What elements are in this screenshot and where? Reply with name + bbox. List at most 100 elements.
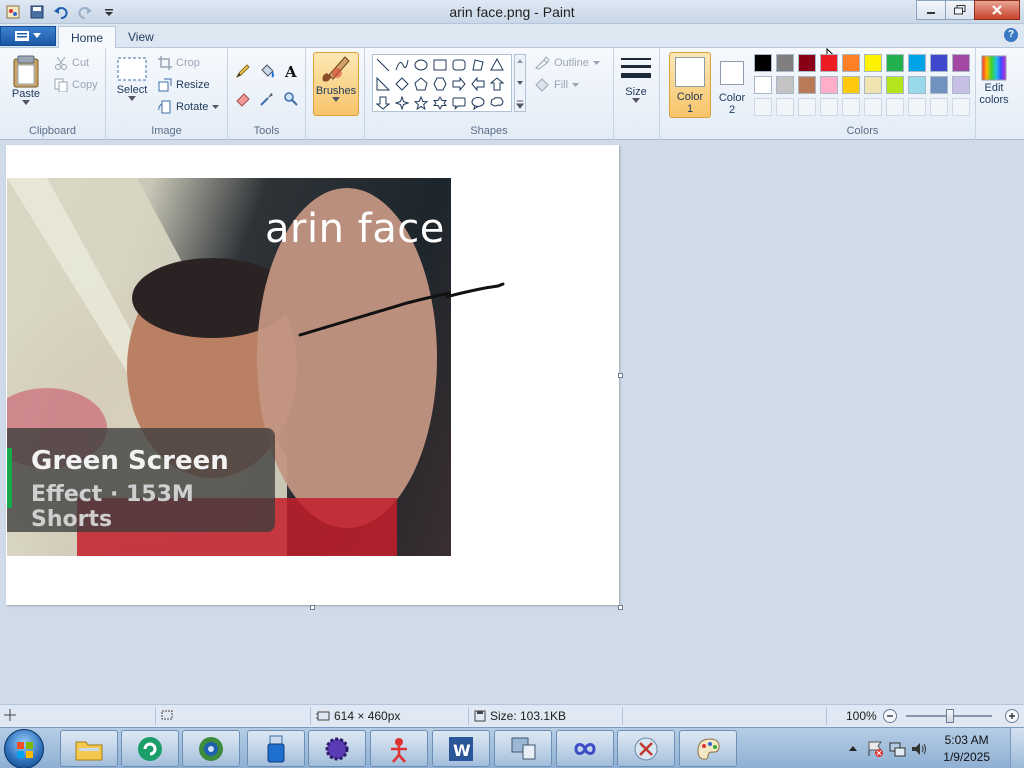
start-button[interactable] [4,729,44,768]
color2-button[interactable]: Color 2 [712,52,752,116]
resize-handle-bottom[interactable] [310,605,315,610]
taskbar-app-green[interactable] [121,730,179,767]
color-swatch[interactable] [820,76,838,94]
triangle-shape-icon[interactable] [488,56,506,74]
four-point-star-shape-icon[interactable] [393,94,411,112]
text-tool-icon[interactable]: A [280,60,302,82]
pencil-icon[interactable] [232,60,254,82]
custom-color-slot[interactable] [798,98,816,116]
color-swatch[interactable] [776,76,794,94]
color-swatch[interactable] [820,54,838,72]
cloud-callout-shape-icon[interactable] [488,94,506,112]
color-swatch[interactable] [886,54,904,72]
color-swatch[interactable] [952,54,970,72]
taskbar-app-computer[interactable] [494,730,552,767]
zoom-slider-thumb[interactable] [946,709,954,723]
rounded-callout-shape-icon[interactable] [450,94,468,112]
minimize-button[interactable] [916,0,946,20]
taskbar-app-purple[interactable] [308,730,366,767]
show-desktop-button[interactable] [1010,728,1024,768]
taskbar-snipping-tool[interactable] [617,730,675,767]
color-picker-icon[interactable] [256,88,278,110]
custom-color-slot[interactable] [776,98,794,116]
magnifier-icon[interactable] [280,88,302,110]
color-swatch[interactable] [930,76,948,94]
tab-home[interactable]: Home [58,26,117,48]
color-swatch[interactable] [952,76,970,94]
oval-callout-shape-icon[interactable] [469,94,487,112]
outline-button[interactable]: Outline [534,54,600,72]
taskbar-word[interactable]: W [432,730,490,767]
pentagon-shape-icon[interactable] [412,75,430,93]
rotate-button[interactable]: Rotate [158,98,220,116]
color-swatch[interactable] [908,76,926,94]
resize-button[interactable]: Resize [158,76,210,94]
resize-handle-corner[interactable] [618,605,623,610]
curve-shape-icon[interactable] [393,56,411,74]
right-triangle-shape-icon[interactable] [374,75,392,93]
color-swatch[interactable] [798,76,816,94]
down-arrow-shape-icon[interactable] [374,94,392,112]
taskbar-paint[interactable] [679,730,737,767]
drawing-canvas[interactable]: arin face Green Screen Effect · 153M Sho… [6,145,619,605]
zoom-out-button[interactable] [882,708,898,724]
color-swatch[interactable] [776,54,794,72]
five-point-star-shape-icon[interactable] [412,94,430,112]
oval-shape-icon[interactable] [412,56,430,74]
fill-button[interactable]: Fill [534,76,580,94]
six-point-star-shape-icon[interactable] [431,94,449,112]
color-swatch[interactable] [842,76,860,94]
volume-icon[interactable] [910,740,928,758]
polygon-shape-icon[interactable] [469,56,487,74]
taskbar-explorer[interactable] [60,730,118,767]
taskbar-app-figure[interactable] [370,730,428,767]
eraser-icon[interactable] [232,88,254,110]
paint-menu-button[interactable] [0,26,56,46]
color-swatch[interactable] [754,76,772,94]
fill-bucket-icon[interactable] [256,60,278,82]
action-center-flag-icon[interactable] [866,740,884,758]
size-button[interactable]: Size [616,56,656,103]
custom-color-slot[interactable] [908,98,926,116]
color-swatch[interactable] [754,54,772,72]
custom-color-slot[interactable] [930,98,948,116]
color-swatch[interactable] [798,54,816,72]
taskbar-app-usb[interactable] [247,730,305,767]
tab-view[interactable]: View [116,26,166,48]
close-button[interactable] [974,0,1020,20]
help-icon[interactable]: ? [1004,28,1018,42]
color-swatch[interactable] [886,76,904,94]
color-swatch[interactable] [842,54,860,72]
diamond-shape-icon[interactable] [393,75,411,93]
select-button[interactable]: Select [112,56,152,101]
cut-button[interactable]: Cut [54,54,89,72]
custom-color-slot[interactable] [754,98,772,116]
maximize-button[interactable] [945,0,975,20]
up-arrow-shape-icon[interactable] [488,75,506,93]
custom-color-slot[interactable] [820,98,838,116]
left-arrow-shape-icon[interactable] [469,75,487,93]
edit-colors-button[interactable]: Edit colors [976,54,1012,106]
right-arrow-shape-icon[interactable] [450,75,468,93]
resize-handle-right[interactable] [618,373,623,378]
shapes-scroll[interactable] [514,54,526,112]
zoom-in-button[interactable] [1004,708,1020,724]
crop-button[interactable]: Crop [158,54,200,72]
brushes-button[interactable]: Brushes [313,52,359,116]
color-swatch[interactable] [864,76,882,94]
custom-color-slot[interactable] [952,98,970,116]
pasted-photo[interactable]: arin face Green Screen Effect · 153M Sho… [7,178,451,556]
color1-button[interactable]: Color 1 [669,52,711,118]
copy-button[interactable]: Copy [54,76,98,94]
show-hidden-icons-icon[interactable] [848,744,858,752]
color-swatch[interactable] [908,54,926,72]
rectangle-shape-icon[interactable] [431,56,449,74]
color-swatch[interactable] [864,54,882,72]
paste-button[interactable]: Paste [6,54,46,105]
rounded-rectangle-shape-icon[interactable] [450,56,468,74]
hexagon-shape-icon[interactable] [431,75,449,93]
clock[interactable]: 5:03 AM 1/9/2025 [943,732,990,766]
taskbar-app-globe[interactable] [182,730,240,767]
custom-color-slot[interactable] [864,98,882,116]
color-swatch[interactable] [930,54,948,72]
